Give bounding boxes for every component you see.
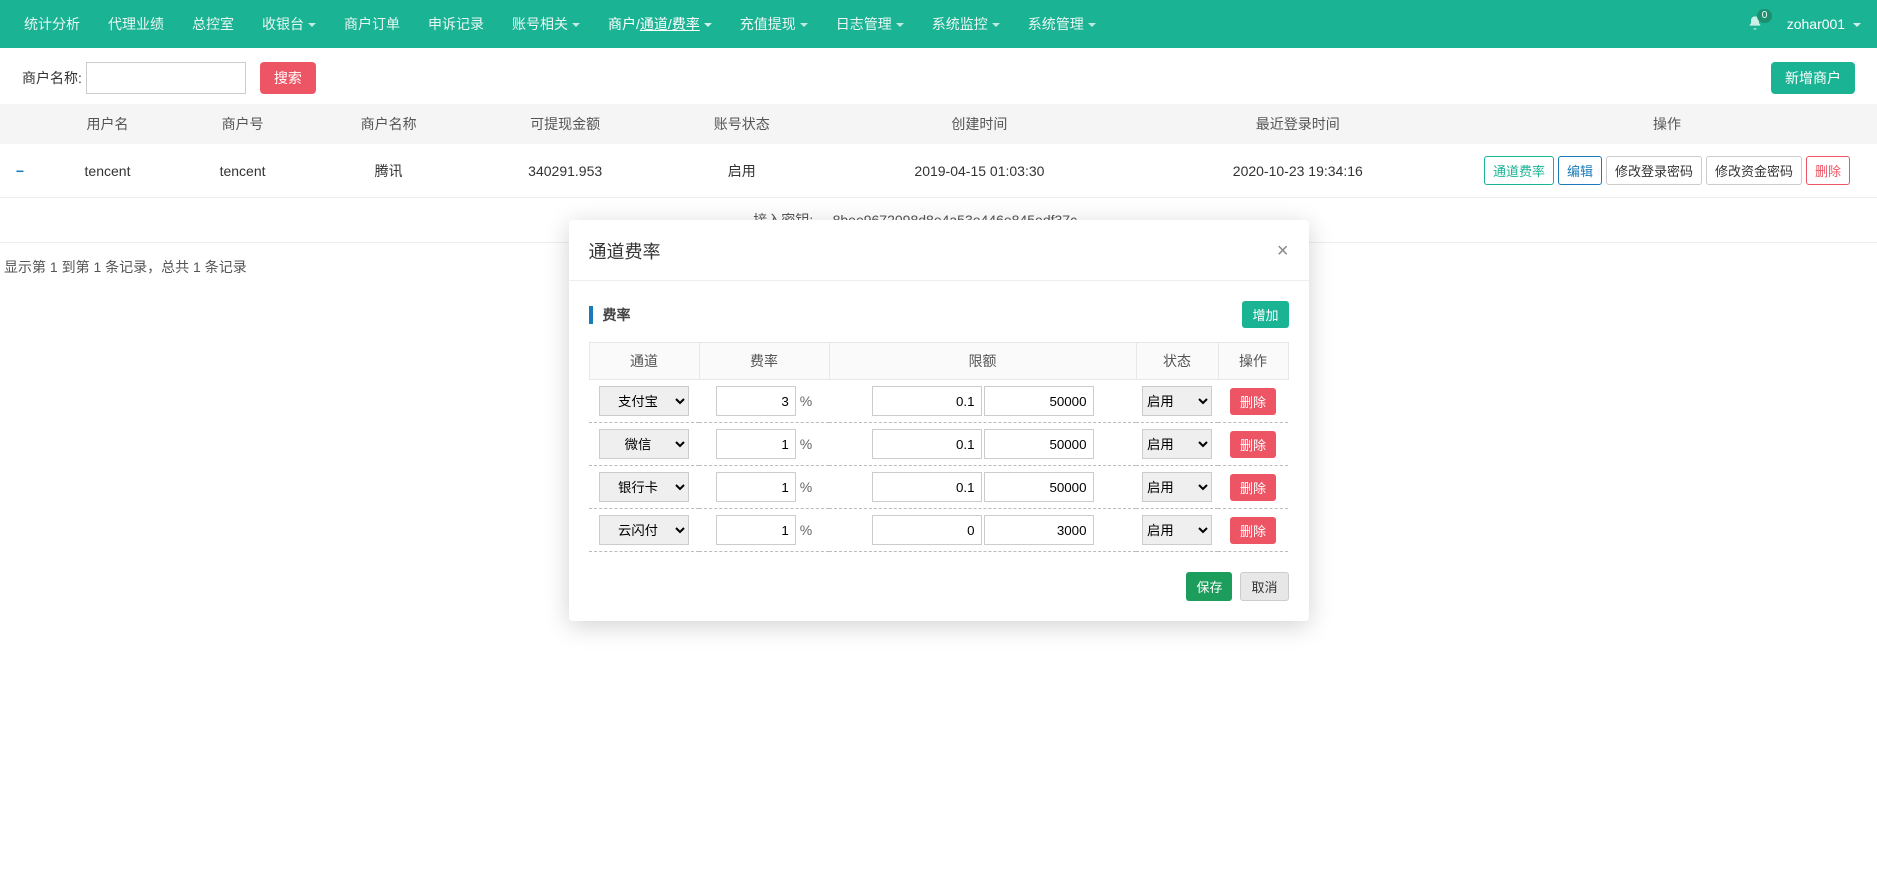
delete-rate-button[interactable]: 删除	[1230, 388, 1276, 415]
cancel-button[interactable]: 取消	[1240, 572, 1288, 601]
limit-min-input[interactable]	[872, 515, 982, 545]
caret-down-icon	[800, 23, 808, 27]
limit-min-input[interactable]	[872, 472, 982, 502]
cell-merchant-no: tencent	[175, 144, 310, 198]
limit-max-input[interactable]	[984, 386, 1094, 416]
limit-max-input[interactable]	[984, 429, 1094, 459]
cell-merchant-name: 腾讯	[310, 144, 467, 198]
limit-max-input[interactable]	[984, 472, 1094, 502]
add-rate-button[interactable]: 增加	[1242, 301, 1288, 328]
col-rate: 费率	[699, 343, 829, 380]
cell-balance: 340291.953	[467, 144, 663, 198]
rate-input[interactable]	[716, 515, 796, 545]
delete-rate-button[interactable]: 删除	[1230, 431, 1276, 458]
caret-down-icon	[1853, 23, 1861, 27]
nav-item-0[interactable]: 统计分析	[10, 0, 94, 48]
table-row: − tencent tencent 腾讯 340291.953 启用 2019-…	[0, 144, 1877, 198]
login-pwd-button[interactable]: 修改登录密码	[1606, 156, 1702, 185]
nav-item-2[interactable]: 总控室	[178, 0, 248, 48]
cell-created: 2019-04-15 01:03:30	[820, 144, 1138, 198]
col-channel: 通道	[589, 343, 699, 380]
channel-select[interactable]: 支付宝	[599, 386, 689, 416]
percent-label: %	[800, 436, 812, 452]
bell-icon[interactable]: 0	[1747, 15, 1763, 34]
rate-row: 银行卡% 启用删除	[589, 466, 1288, 509]
user-menu[interactable]: zohar001	[1781, 16, 1867, 32]
table-header-4: 账号状态	[663, 104, 820, 144]
top-navbar: 统计分析代理业绩总控室收银台商户订单申诉记录账号相关商户/通道/费率充值提现日志…	[0, 0, 1877, 48]
rate-modal: 通道费率 × 费率 增加 通道 费率 限额 状态 操作 支付宝%启用删除微信%启…	[569, 220, 1309, 621]
col-limit: 限额	[829, 343, 1136, 380]
nav-item-3[interactable]: 收银台	[248, 0, 330, 48]
col-op: 操作	[1218, 343, 1288, 380]
section-bar-icon	[589, 306, 593, 324]
fund-pwd-button[interactable]: 修改资金密码	[1706, 156, 1802, 185]
table-header-2: 商户名称	[310, 104, 467, 144]
caret-down-icon	[704, 23, 712, 27]
delete-rate-button[interactable]: 删除	[1230, 517, 1276, 544]
rate-row: 云闪付% 启用删除	[589, 509, 1288, 552]
caret-down-icon	[572, 23, 580, 27]
merchant-name-label: 商户名称:	[22, 68, 82, 88]
percent-label: %	[800, 522, 812, 538]
expand-toggle-icon[interactable]: −	[16, 163, 24, 179]
limit-min-input[interactable]	[872, 386, 982, 416]
cell-status: 启用	[663, 144, 820, 198]
table-header-5: 创建时间	[820, 104, 1138, 144]
rate-button[interactable]: 通道费率	[1484, 156, 1554, 185]
table-header-3: 可提现金额	[467, 104, 663, 144]
caret-down-icon	[992, 23, 1000, 27]
nav-item-9[interactable]: 日志管理	[822, 0, 918, 48]
rate-row: 支付宝% 启用删除	[589, 380, 1288, 423]
add-merchant-button[interactable]: 新增商户	[1771, 62, 1855, 94]
rate-input[interactable]	[716, 386, 796, 416]
close-icon[interactable]: ×	[1277, 241, 1289, 261]
nav-item-6[interactable]: 账号相关	[498, 0, 594, 48]
nav-item-8[interactable]: 充值提现	[726, 0, 822, 48]
edit-button[interactable]: 编辑	[1558, 156, 1602, 185]
table-header-6: 最近登录时间	[1139, 104, 1457, 144]
nav-item-7[interactable]: 商户/通道/费率	[594, 0, 726, 48]
table-header-0: 用户名	[40, 104, 175, 144]
nav-item-4[interactable]: 商户订单	[330, 0, 414, 48]
rate-row: 微信% 启用删除	[589, 423, 1288, 466]
table-header-1: 商户号	[175, 104, 310, 144]
channel-select[interactable]: 微信	[599, 429, 689, 459]
modal-title: 通道费率	[589, 238, 1277, 264]
row-actions: 通道费率 编辑 修改登录密码 修改资金密码 删除	[1465, 156, 1869, 185]
table-header-7: 操作	[1457, 104, 1877, 144]
rate-input[interactable]	[716, 472, 796, 502]
delete-button[interactable]: 删除	[1806, 156, 1850, 185]
nav-item-10[interactable]: 系统监控	[918, 0, 1014, 48]
search-button[interactable]: 搜索	[260, 62, 316, 94]
caret-down-icon	[896, 23, 904, 27]
cell-last-login: 2020-10-23 19:34:16	[1139, 144, 1457, 198]
cell-username: tencent	[40, 144, 175, 198]
limit-max-input[interactable]	[984, 515, 1094, 545]
rate-input[interactable]	[716, 429, 796, 459]
status-select[interactable]: 启用	[1142, 429, 1212, 459]
col-status: 状态	[1136, 343, 1218, 380]
notification-badge: 0	[1757, 9, 1773, 23]
channel-select[interactable]: 云闪付	[599, 515, 689, 545]
percent-label: %	[800, 393, 812, 409]
percent-label: %	[800, 479, 812, 495]
user-name: zohar001	[1787, 16, 1845, 32]
limit-min-input[interactable]	[872, 429, 982, 459]
nav-item-1[interactable]: 代理业绩	[94, 0, 178, 48]
channel-select[interactable]: 银行卡	[599, 472, 689, 502]
nav-item-5[interactable]: 申诉记录	[414, 0, 498, 48]
rate-table: 通道 费率 限额 状态 操作 支付宝%启用删除微信%启用删除银行卡%启用删除云闪…	[589, 342, 1289, 552]
save-button[interactable]: 保存	[1186, 572, 1232, 601]
status-select[interactable]: 启用	[1142, 515, 1212, 545]
status-select[interactable]: 启用	[1142, 386, 1212, 416]
search-toolbar: 商户名称: 搜索 新增商户	[0, 48, 1877, 104]
status-select[interactable]: 启用	[1142, 472, 1212, 502]
nav-item-11[interactable]: 系统管理	[1014, 0, 1110, 48]
merchant-name-input[interactable]	[86, 62, 246, 94]
caret-down-icon	[308, 23, 316, 27]
section-title: 费率	[603, 305, 1243, 325]
caret-down-icon	[1088, 23, 1096, 27]
delete-rate-button[interactable]: 删除	[1230, 474, 1276, 501]
